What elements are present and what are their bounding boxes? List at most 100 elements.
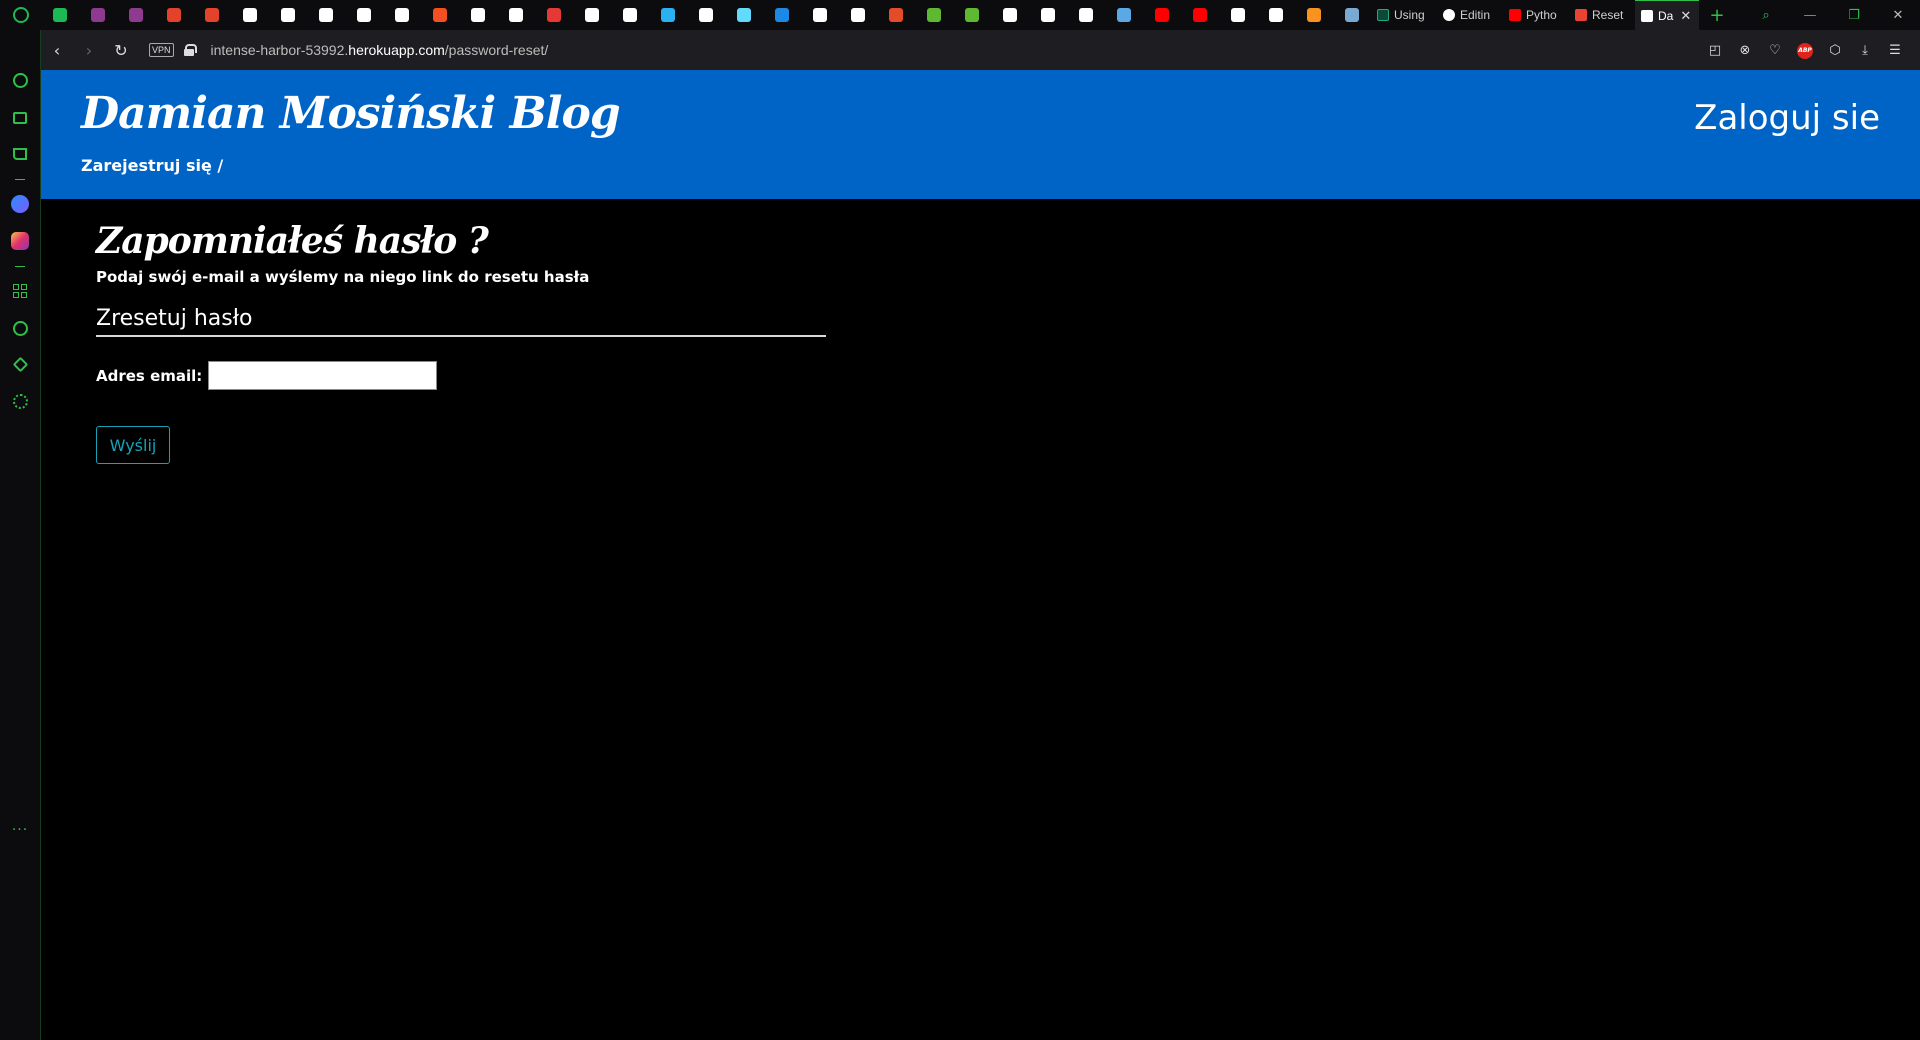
pinned-tab[interactable]	[763, 0, 801, 30]
github-icon	[1443, 9, 1455, 21]
download-icon[interactable]: ⤓	[1850, 43, 1880, 58]
restore-icon[interactable]: ❐	[1832, 8, 1876, 23]
adblock-icon: ABP	[1797, 43, 1813, 59]
pinned-tab[interactable]	[193, 0, 231, 30]
site-header: Damian Mosiński Blog Zarejestruj się / Z…	[41, 70, 1920, 199]
pinned-tab[interactable]	[155, 0, 193, 30]
pinned-tab[interactable]	[839, 0, 877, 30]
bookmark-heart-icon[interactable]: ♡	[1760, 43, 1790, 58]
twitch-icon[interactable]	[10, 144, 30, 164]
pinned-tab[interactable]	[953, 0, 991, 30]
favicon-icon	[1307, 8, 1321, 22]
email-label: Adres email:	[96, 366, 203, 385]
tab-label: Da	[1658, 8, 1674, 23]
speed-dial-icon[interactable]	[10, 70, 30, 90]
pinned-tab[interactable]	[1333, 0, 1371, 30]
minimize-icon[interactable]: —	[1788, 8, 1832, 23]
pinned-tab[interactable]	[497, 0, 535, 30]
pinned-tab[interactable]	[459, 0, 497, 30]
submit-button[interactable]: Wyślij	[96, 426, 170, 464]
favicon-icon	[775, 8, 789, 22]
pinned-tab[interactable]	[41, 0, 79, 30]
pinned-tab[interactable]	[345, 0, 383, 30]
pinned-tab[interactable]	[1105, 0, 1143, 30]
search-tabs-icon[interactable]: ⌕	[1744, 8, 1788, 23]
pinned-tab[interactable]	[307, 0, 345, 30]
pinned-tab[interactable]	[1181, 0, 1219, 30]
history-clock-icon[interactable]	[10, 318, 30, 338]
tracker-blocker-icon[interactable]: ⊗	[1730, 43, 1760, 58]
pinned-tab[interactable]	[991, 0, 1029, 30]
back-button[interactable]: ‹	[41, 30, 73, 70]
new-tab-button[interactable]: +	[1699, 5, 1735, 26]
favicon-icon	[547, 8, 561, 22]
messenger-icon[interactable]	[10, 194, 30, 214]
workspaces-grid-icon[interactable]	[10, 281, 30, 301]
extensions-cube-icon[interactable]: ⬡	[1820, 43, 1850, 58]
pinned-tab[interactable]	[383, 0, 421, 30]
web-page: Damian Mosiński Blog Zarejestruj się / Z…	[41, 70, 1920, 1040]
adblock-extension[interactable]: ABP	[1790, 41, 1820, 59]
pinned-tab[interactable]	[915, 0, 953, 30]
tab-using[interactable]: Using	[1371, 0, 1437, 30]
favicon-icon	[509, 8, 523, 22]
form-legend: Zresetuj hasło	[96, 306, 826, 337]
lock-icon[interactable]	[183, 44, 197, 56]
window-close-icon[interactable]: ✕	[1876, 8, 1920, 23]
favicon-icon	[1269, 8, 1283, 22]
forward-button[interactable]: ›	[73, 30, 105, 70]
pinned-tab[interactable]	[877, 0, 915, 30]
pinned-tab[interactable]	[1029, 0, 1067, 30]
opera-menu-button[interactable]	[0, 0, 41, 30]
favicon-icon	[1117, 8, 1131, 22]
tab-active-blog[interactable]: Da ✕	[1635, 0, 1699, 30]
page-description: Podaj swój e-mail a wyślemy na niego lin…	[96, 268, 590, 286]
tab-label: Reset	[1592, 8, 1624, 22]
instagram-icon[interactable]	[10, 231, 30, 251]
favicon-icon	[205, 8, 219, 22]
pinned-tab[interactable]	[649, 0, 687, 30]
pinned-tab[interactable]	[1295, 0, 1333, 30]
url-field[interactable]: intense-harbor-53992.herokuapp.com/passw…	[211, 42, 549, 58]
pinned-tab[interactable]	[79, 0, 117, 30]
pinned-tab[interactable]	[231, 0, 269, 30]
pinned-tab[interactable]	[573, 0, 611, 30]
favicon-icon	[965, 8, 979, 22]
pinned-tab[interactable]	[1067, 0, 1105, 30]
pinned-tab[interactable]	[725, 0, 763, 30]
sidebar-divider	[15, 179, 25, 180]
pinned-tab[interactable]	[421, 0, 459, 30]
favicon-icon	[319, 8, 333, 22]
easy-setup-menu-icon[interactable]: ☰	[1880, 43, 1910, 58]
favicon-icon	[243, 8, 257, 22]
pinned-tab[interactable]	[1219, 0, 1257, 30]
pinned-tab[interactable]	[801, 0, 839, 30]
extensions-cube-icon[interactable]	[10, 354, 30, 374]
pinned-tab[interactable]	[611, 0, 649, 30]
pinned-tab[interactable]	[535, 0, 573, 30]
favicon-icon	[167, 8, 181, 22]
pinned-tab[interactable]	[1257, 0, 1295, 30]
favicon-icon	[1041, 8, 1055, 22]
blog-title[interactable]: Damian Mosiński Blog	[81, 88, 621, 139]
tab-close-icon[interactable]: ✕	[1680, 8, 1691, 24]
email-field[interactable]	[208, 361, 438, 390]
reload-button[interactable]: ↻	[105, 30, 137, 70]
tab-python[interactable]: Pytho	[1503, 0, 1569, 30]
settings-gear-icon[interactable]	[10, 391, 30, 411]
pinned-tab[interactable]	[687, 0, 725, 30]
pinned-tab[interactable]	[269, 0, 307, 30]
reload-icon: ↻	[114, 40, 128, 60]
sidebar-more-icon[interactable]: ···	[10, 820, 30, 840]
tab-editing[interactable]: Editin	[1437, 0, 1503, 30]
login-link[interactable]: Zaloguj sie	[1694, 98, 1880, 138]
favicon-icon	[471, 8, 485, 22]
tab-reset[interactable]: Reset	[1569, 0, 1635, 30]
register-link[interactable]: Zarejestruj się /	[81, 156, 223, 175]
shopping-bag-icon[interactable]	[10, 108, 30, 128]
snapshot-icon[interactable]: ◰	[1700, 43, 1730, 58]
pinned-tab[interactable]	[117, 0, 155, 30]
pinned-tab[interactable]	[1143, 0, 1181, 30]
vpn-badge[interactable]: VPN	[149, 43, 174, 57]
favicon-icon	[661, 8, 675, 22]
